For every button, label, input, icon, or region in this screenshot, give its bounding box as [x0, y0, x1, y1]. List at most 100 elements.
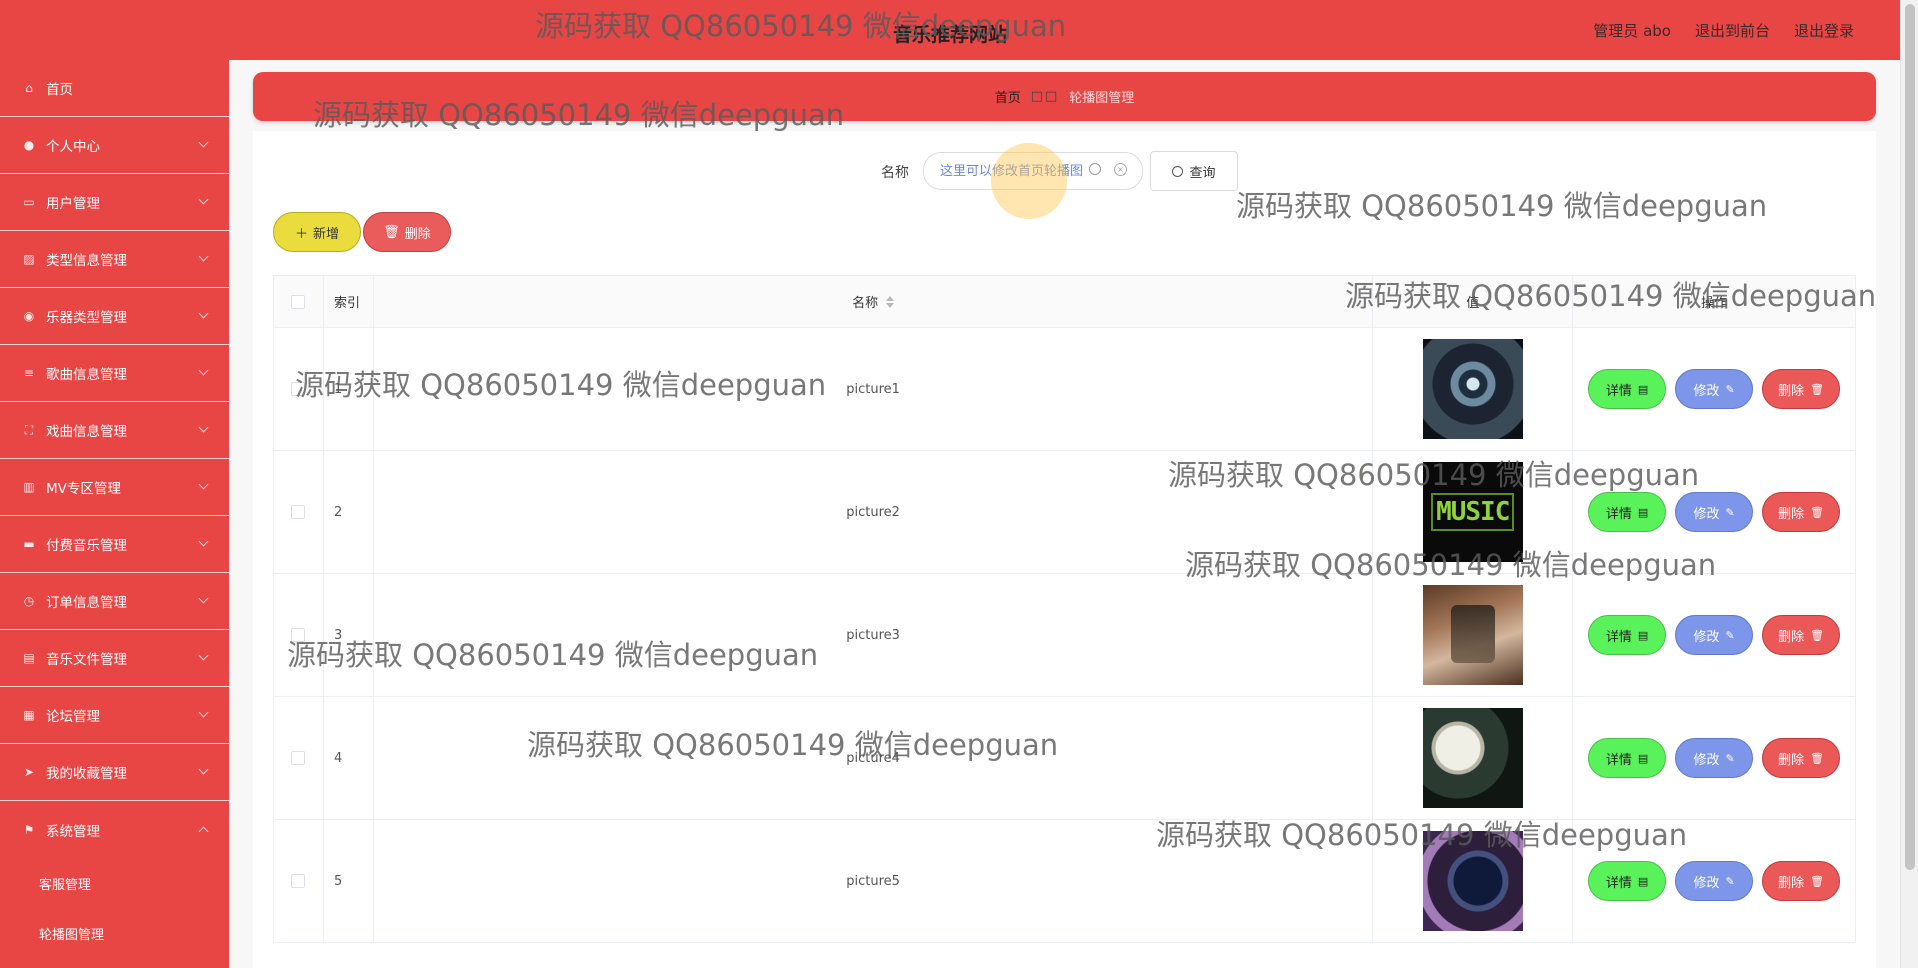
row-checkbox[interactable] [291, 751, 306, 765]
sidebar-item-home[interactable]: ⌂ 首页 [0, 60, 229, 117]
trash-icon: 🗑 [1810, 874, 1825, 888]
delete-button[interactable]: 删除 🗑 [1762, 492, 1841, 532]
edit-button[interactable]: 修改 ✎ [1675, 861, 1754, 901]
carousel-thumbnail[interactable] [1422, 708, 1523, 808]
delete-button-label: 删除 [404, 226, 431, 242]
sidebar-subitem-customer-service[interactable]: 客服管理 [0, 858, 229, 908]
sidebar-item-label: 歌曲信息管理 [46, 367, 127, 383]
carousel-thumbnail[interactable] [1422, 585, 1523, 685]
search-row: 名称 × 查询 [253, 143, 1876, 219]
table-header: 索引 名称 值 操作 [274, 276, 1856, 328]
add-button-label: 新增 [313, 226, 340, 242]
row-checkbox[interactable] [291, 628, 306, 642]
plus-icon: ＋ [294, 226, 308, 242]
sidebar-item-users[interactable]: ▭ 用户管理 [0, 174, 229, 231]
chevron-down-icon [198, 536, 209, 547]
sidebar-item-mv[interactable]: ▥ MV专区管理 [0, 459, 229, 516]
building-icon: ▦ [23, 708, 35, 722]
header-name[interactable]: 名称 [374, 276, 1374, 327]
row-ops: 详情 ▤ 修改 ✎ 删除 🗑 [1573, 328, 1856, 450]
monitor-icon: ▬ [23, 537, 35, 551]
chevron-down-icon [198, 479, 209, 490]
carousel-thumbnail[interactable] [1422, 339, 1523, 439]
detail-button[interactable]: 详情 ▤ [1588, 492, 1667, 532]
row-checkbox[interactable] [291, 382, 306, 396]
detail-button[interactable]: 详情 ▤ [1588, 861, 1667, 901]
sidebar-item-favorites[interactable]: ➤ 我的收藏管理 [0, 744, 229, 801]
delete-button[interactable]: 删除 🗑 [1762, 615, 1841, 655]
row-name: picture4 [374, 697, 1374, 819]
sidebar-subitem-carousel[interactable]: 轮播图管理 [0, 908, 229, 958]
sidebar-item-label: 音乐文件管理 [46, 652, 127, 668]
header-image-label: 值 [1466, 296, 1480, 311]
delete-button[interactable]: 删除 🗑 [1762, 369, 1841, 409]
delete-button[interactable]: 删除 🗑 [1762, 861, 1841, 901]
edit-button[interactable]: 修改 ✎ [1675, 369, 1754, 409]
row-name: picture5 [374, 820, 1374, 942]
chevron-down-icon [198, 308, 209, 319]
edit-button[interactable]: 修改 ✎ [1675, 738, 1754, 778]
bars-icon: ▥ [23, 480, 35, 494]
edit-label: 修改 [1693, 875, 1720, 891]
edit-label: 修改 [1693, 629, 1720, 645]
main-panel: 名称 × 查询 ＋ 新增 🗑 删除 索引 名称 值 操作 1 pi [253, 131, 1876, 968]
scrollbar-thumb[interactable] [1905, 4, 1915, 870]
edit-button[interactable]: 修改 ✎ [1675, 492, 1754, 532]
clear-icon[interactable]: × [1114, 163, 1127, 176]
delete-button[interactable]: 删除 🗑 [1762, 738, 1841, 778]
row-checkbox[interactable] [291, 505, 306, 519]
document-icon: ▤ [1637, 628, 1649, 642]
add-button[interactable]: ＋ 新增 [273, 212, 361, 252]
sidebar-item-label: 首页 [46, 82, 73, 98]
sliders-icon: ≡ [23, 366, 35, 380]
detail-label: 详情 [1605, 506, 1632, 522]
batch-delete-button[interactable]: 🗑 删除 [363, 212, 451, 252]
sidebar-item-label: 戏曲信息管理 [46, 424, 127, 440]
sidebar-item-music-files[interactable]: ▤ 音乐文件管理 [0, 630, 229, 687]
sidebar-item-system[interactable]: ⚑ 系统管理 [0, 801, 229, 858]
breadcrumb-home[interactable]: 首页 [995, 87, 1021, 106]
sidebar-item-personal-center[interactable]: ● 个人中心 [0, 117, 229, 174]
sidebar-item-label: 付费音乐管理 [46, 538, 127, 554]
sidebar-item-type-info[interactable]: ▨ 类型信息管理 [0, 231, 229, 288]
chevron-up-icon [198, 826, 209, 837]
search-input[interactable] [923, 152, 1143, 190]
table-row: 5 picture5 详情 ▤ 修改 ✎ 删除 🗑 [274, 820, 1856, 943]
sidebar-item-instrument-type[interactable]: ◉ 乐器类型管理 [0, 288, 229, 345]
action-row: ＋ 新增 🗑 删除 [273, 212, 451, 252]
sidebar-item-label: 论坛管理 [46, 709, 100, 725]
carousel-thumbnail[interactable]: MUSIC [1422, 462, 1523, 562]
admin-user-link[interactable]: 管理员 abo [1593, 20, 1671, 41]
search-icon [1172, 165, 1184, 177]
header-image[interactable]: 值 [1373, 276, 1574, 327]
delete-label: 删除 [1778, 629, 1805, 645]
sidebar-item-songs[interactable]: ≡ 歌曲信息管理 [0, 345, 229, 402]
logout-link[interactable]: 退出登录 [1794, 20, 1854, 41]
table-row: 2 picture2 MUSIC 详情 ▤ 修改 ✎ 删除 🗑 [274, 451, 1856, 574]
page-scrollbar[interactable] [1900, 0, 1918, 968]
sidebar-item-forum[interactable]: ▦ 论坛管理 [0, 687, 229, 744]
row-checkbox[interactable] [291, 874, 306, 888]
detail-button[interactable]: 详情 ▤ [1588, 615, 1667, 655]
select-all-checkbox[interactable] [291, 294, 306, 309]
edit-button[interactable]: 修改 ✎ [1675, 615, 1754, 655]
carousel-thumbnail[interactable] [1422, 831, 1523, 931]
sidebar-item-paid-music[interactable]: ▬ 付费音乐管理 [0, 516, 229, 573]
sidebar-item-label: 用户管理 [46, 196, 100, 212]
detail-button[interactable]: 详情 ▤ [1588, 738, 1667, 778]
trash-icon: 🗑 [1810, 628, 1825, 642]
chevron-down-icon [198, 365, 209, 376]
pencil-icon: ✎ [1725, 628, 1735, 642]
header-check-cell [274, 276, 324, 327]
detail-label: 详情 [1605, 875, 1632, 891]
send-icon: ➤ [23, 765, 35, 779]
delete-label: 删除 [1778, 506, 1805, 522]
back-to-frontend-link[interactable]: 退出到前台 [1695, 20, 1770, 41]
row-ops: 详情 ▤ 修改 ✎ 删除 🗑 [1573, 697, 1856, 819]
detail-button[interactable]: 详情 ▤ [1588, 369, 1667, 409]
query-button-label: 查询 [1189, 165, 1216, 181]
sidebar-item-opera[interactable]: ⛶ 戏曲信息管理 [0, 402, 229, 459]
sidebar-item-orders[interactable]: ◷ 订单信息管理 [0, 573, 229, 630]
query-button[interactable]: 查询 [1150, 151, 1238, 191]
sort-icon[interactable] [886, 295, 895, 308]
